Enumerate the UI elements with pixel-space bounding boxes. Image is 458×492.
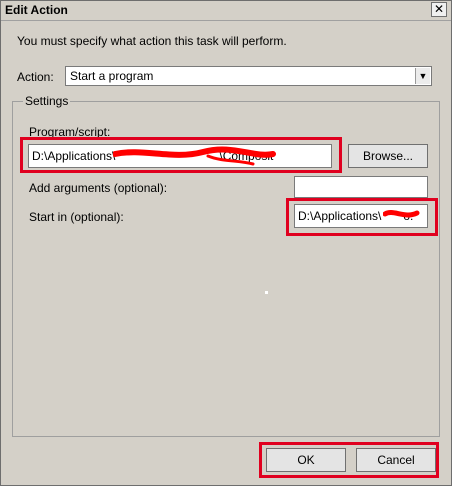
program-script-input[interactable]: D:\Applications\ \Composit <box>28 144 332 168</box>
action-label: Action: <box>17 70 54 84</box>
start-in-input[interactable]: D:\Applications\ o: <box>294 204 428 228</box>
start-in-value-suffix: o: <box>403 209 414 223</box>
action-select-value: Start a program <box>70 69 154 83</box>
program-script-label: Program/script: <box>29 125 111 139</box>
browse-button[interactable]: Browse... <box>348 144 428 168</box>
background-edge <box>452 0 458 492</box>
title-bar: Edit Action ✕ <box>1 1 451 21</box>
cancel-button[interactable]: Cancel <box>356 448 436 472</box>
ok-button[interactable]: OK <box>266 448 346 472</box>
action-select[interactable]: Start a program ▼ <box>65 66 432 86</box>
program-script-value-prefix: D:\Applications\ <box>32 149 116 163</box>
start-in-value-prefix: D:\Applications\ <box>298 209 382 223</box>
edit-action-dialog: Edit Action ✕ You must specify what acti… <box>0 0 452 486</box>
cursor-artifact <box>265 291 268 294</box>
settings-group-title: Settings <box>23 94 71 108</box>
dialog-title: Edit Action <box>5 3 68 17</box>
chevron-down-icon[interactable]: ▼ <box>415 68 430 84</box>
close-icon: ✕ <box>433 2 445 16</box>
start-in-value: D:\Applications\ o: <box>298 209 413 223</box>
start-in-label: Start in (optional): <box>29 210 124 224</box>
close-button[interactable]: ✕ <box>431 2 447 17</box>
add-arguments-input[interactable] <box>294 176 428 198</box>
program-script-value-suffix: \Composit <box>219 149 274 163</box>
add-arguments-label: Add arguments (optional): <box>29 181 168 195</box>
program-script-value: D:\Applications\ \Composit <box>32 149 273 163</box>
instruction-text: You must specify what action this task w… <box>17 34 287 48</box>
